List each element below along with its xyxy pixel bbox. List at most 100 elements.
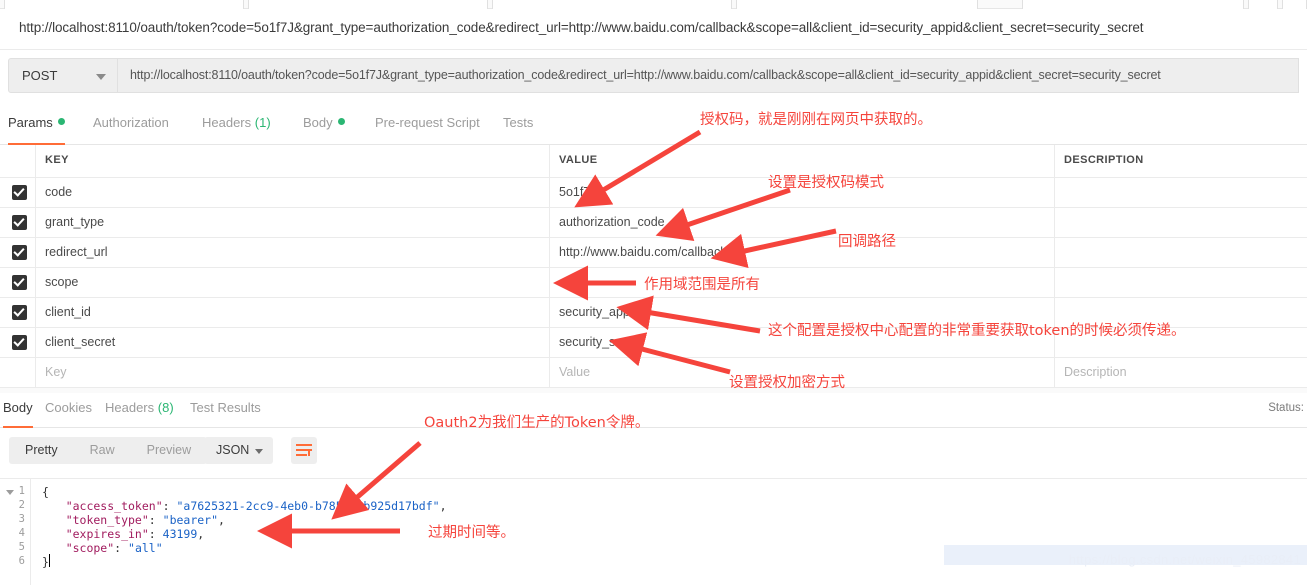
response-tab-body-label: Body <box>3 400 33 415</box>
wrap-line-1-icon <box>296 444 312 446</box>
row-key-cell-empty[interactable]: Key <box>36 358 550 387</box>
line-number: 6 <box>18 555 25 567</box>
row-checkbox-cell-empty[interactable] <box>0 358 36 387</box>
row-description-cell[interactable] <box>1055 178 1307 207</box>
row-key-text: client_secret <box>45 335 116 349</box>
tab-body-label: Body <box>303 115 333 130</box>
format-select[interactable]: JSON <box>204 437 273 464</box>
tab-pre-request-script-label: Pre-request Script <box>375 115 480 130</box>
row-key-cell[interactable]: client_secret <box>36 328 550 357</box>
row-key-cell[interactable]: code <box>36 178 550 207</box>
response-tab-body[interactable]: Body <box>3 393 33 428</box>
tab-pre-request-script[interactable]: Pre-request Script <box>375 112 480 145</box>
wrap-lines-button[interactable] <box>291 437 317 464</box>
response-tab-test-results[interactable]: Test Results <box>190 393 261 428</box>
method-select[interactable]: POST <box>8 58 118 93</box>
row-key-cell[interactable]: scope <box>36 268 550 297</box>
row-value-text: security_appid <box>559 305 640 319</box>
status-badge: Status: 200 OK <box>1268 402 1304 414</box>
row-value-text: http://www.baidu.com/callback <box>559 245 727 259</box>
chevron-down-icon <box>255 449 263 454</box>
row-checkbox-cell[interactable] <box>0 268 36 297</box>
response-tabs: Body Cookies Headers (8) Test Results St… <box>0 393 1307 428</box>
code-line-2: "access_token": "a7625321-2cc9-4eb0-b785… <box>38 499 447 513</box>
response-tab-headers-label: Headers <box>105 400 155 415</box>
params-table: KEY VALUE DESCRIPTION code 5o1f7J grant_… <box>0 145 1307 388</box>
table-row: grant_type authorization_code <box>0 208 1307 238</box>
tab-stub-4[interactable] <box>736 0 978 9</box>
row-key-cell[interactable]: grant_type <box>36 208 550 237</box>
line-number: 4 <box>18 527 25 539</box>
response-tab-cookies[interactable]: Cookies <box>45 393 92 428</box>
row-value-cell[interactable]: authorization_code <box>550 208 1055 237</box>
header-key-label: KEY <box>45 154 69 166</box>
status-label: Status: <box>1268 402 1304 414</box>
row-value-cell[interactable]: all <box>550 268 1055 297</box>
tab-tests-label: Tests <box>503 115 534 130</box>
request-bar: POST http://localhost:8110/oauth/token?c… <box>0 50 1307 101</box>
annotation-grant-type: 设置是授权码模式 <box>768 175 884 191</box>
row-key-text: grant_type <box>45 215 105 229</box>
request-tab-strip <box>0 0 1307 9</box>
row-checkbox-cell[interactable] <box>0 328 36 357</box>
row-value-placeholder: Value <box>559 365 591 379</box>
table-row: redirect_url http://www.baidu.com/callba… <box>0 238 1307 268</box>
line-number: 3 <box>18 513 25 525</box>
body-modified-dot-icon <box>337 118 345 125</box>
tab-headers-label: Headers <box>202 115 252 130</box>
checkbox-checked-icon[interactable] <box>12 335 27 350</box>
row-key-text: redirect_url <box>45 245 108 259</box>
row-checkbox-cell[interactable] <box>0 208 36 237</box>
tab-tests[interactable]: Tests <box>503 112 533 145</box>
tab-stub-2[interactable] <box>248 0 488 9</box>
header-cell-key: KEY <box>36 145 550 177</box>
checkbox-checked-icon[interactable] <box>12 185 27 200</box>
row-checkbox-cell[interactable] <box>0 238 36 267</box>
row-description-cell[interactable] <box>1055 208 1307 237</box>
response-tab-headers[interactable]: Headers (8) <box>105 393 174 428</box>
tab-stub-3[interactable] <box>492 0 732 9</box>
row-description-cell[interactable] <box>1055 268 1307 297</box>
row-key-text: code <box>45 185 73 199</box>
row-description-cell-empty[interactable]: Description <box>1055 358 1307 387</box>
table-row-empty: Key Value Description <box>0 358 1307 388</box>
response-tab-test-results-label: Test Results <box>190 400 261 415</box>
row-value-cell[interactable]: http://www.baidu.com/callback <box>550 238 1055 267</box>
header-cell-description: DESCRIPTION <box>1055 145 1307 177</box>
url-input[interactable]: http://localhost:8110/oauth/token?code=5… <box>118 58 1299 93</box>
row-checkbox-cell[interactable] <box>0 178 36 207</box>
tab-headers-count: (1) <box>254 115 271 130</box>
tab-stub-1[interactable] <box>4 0 244 9</box>
checkbox-checked-icon[interactable] <box>12 305 27 320</box>
row-key-cell[interactable]: redirect_url <box>36 238 550 267</box>
view-mode-raw[interactable]: Raw <box>74 437 131 464</box>
checkbox-checked-icon[interactable] <box>12 215 27 230</box>
row-checkbox-cell[interactable] <box>0 298 36 327</box>
params-modified-dot-icon <box>57 118 65 125</box>
checkbox-checked-icon[interactable] <box>12 245 27 260</box>
response-body-viewer[interactable]: 1 2 3 4 5 6 { "access_token": "a7625321-… <box>0 478 1307 585</box>
fold-triangle-icon[interactable] <box>6 490 14 495</box>
tab-stub-5[interactable] <box>1022 0 1244 9</box>
tab-authorization[interactable]: Authorization <box>93 112 169 145</box>
tab-headers[interactable]: Headers (1) <box>202 112 271 145</box>
code-line-5: "scope": "all" <box>38 541 163 555</box>
checkbox-checked-icon[interactable] <box>12 275 27 290</box>
code-line-4: "expires_in": 43199, <box>38 527 205 541</box>
line-number: 2 <box>18 499 25 511</box>
tab-body[interactable]: Body <box>303 112 345 145</box>
row-value-text: security_secret <box>559 335 644 349</box>
table-row: code 5o1f7J <box>0 178 1307 208</box>
view-mode-pretty[interactable]: Pretty <box>9 437 74 464</box>
row-key-text: scope <box>45 275 79 289</box>
annotation-token: Oauth2为我们生产的Token令牌。 <box>424 415 650 431</box>
tab-params[interactable]: Params <box>8 112 65 145</box>
annotation-scope: 作用域范围是所有 <box>644 277 760 293</box>
view-mode-preview[interactable]: Preview <box>131 437 207 464</box>
row-description-cell[interactable] <box>1055 238 1307 267</box>
tab-stub-6[interactable] <box>1248 0 1278 9</box>
row-key-cell[interactable]: client_id <box>36 298 550 327</box>
header-value-label: VALUE <box>559 154 598 166</box>
url-display-row: http://localhost:8110/oauth/token?code=5… <box>0 9 1307 50</box>
tab-stub-7[interactable] <box>1282 0 1307 9</box>
